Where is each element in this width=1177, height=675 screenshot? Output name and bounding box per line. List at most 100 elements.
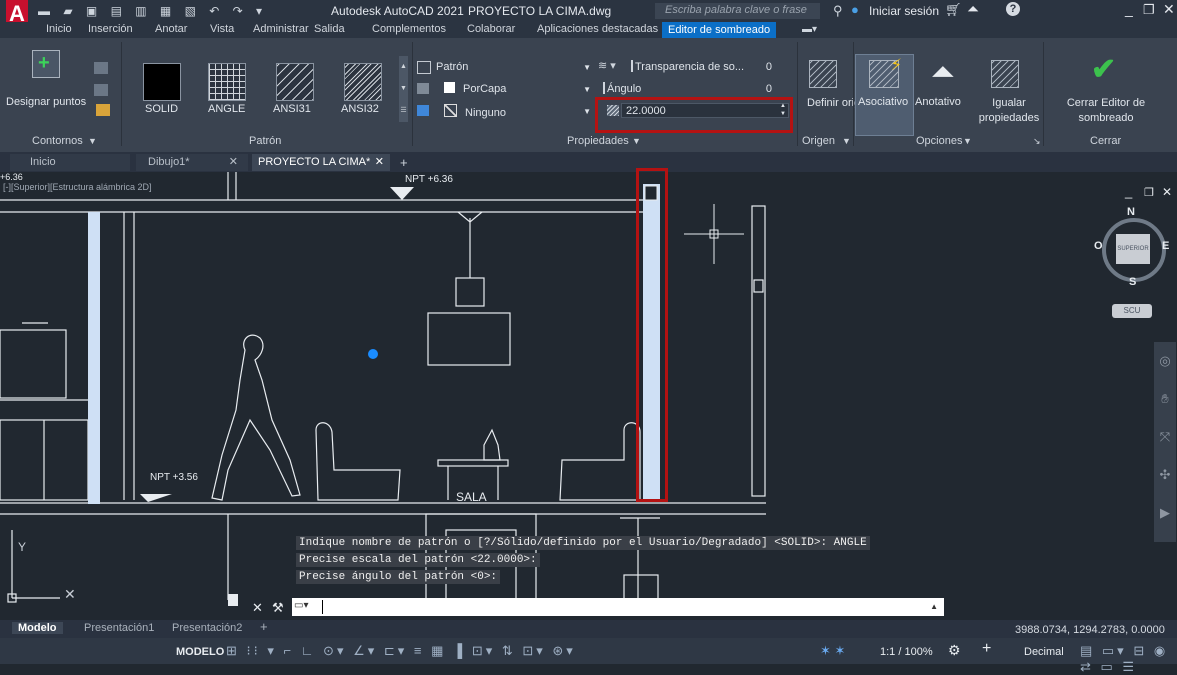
close-icon[interactable]: ✕ <box>1163 1 1175 18</box>
model-space-button[interactable]: MODELO <box>176 646 224 658</box>
new-tab-icon[interactable]: + <box>400 154 408 171</box>
cerrar-editor-label[interactable]: Cerrar Editor de sombreado <box>1050 96 1162 126</box>
annotation-icons[interactable]: ✶ ✶ <box>820 643 845 659</box>
close-tab-icon[interactable]: ✕ <box>375 154 384 171</box>
annotation-scale[interactable]: 1:1 / 100% <box>880 646 933 658</box>
asociativo-label: Asociativo <box>858 96 909 108</box>
cart-icon[interactable]: 🛒︎ <box>945 2 962 18</box>
contornos-panel-label[interactable]: Contornos <box>32 135 83 147</box>
compass-w: O <box>1094 240 1103 252</box>
igualar-propiedades-label[interactable]: Igualar propiedades <box>974 96 1044 126</box>
command-bar-handle[interactable] <box>228 594 238 606</box>
ribbon-tab-inicio[interactable]: Inicio <box>46 23 72 35</box>
status-right-icons[interactable]: ▤ ▭▾ ⊟ ◉ ⇄ ▭ ☰ <box>1080 643 1177 675</box>
hatch-color-select[interactable]: PorCapa ▼ <box>431 81 594 96</box>
ribbon-minimize-icon[interactable]: ▬▾ <box>802 24 817 35</box>
pattern-solid-swatch[interactable] <box>143 63 181 101</box>
panel-divider <box>121 42 122 146</box>
doc-tab-dibujo1[interactable]: Dibujo1* ✕ <box>136 154 248 171</box>
chevron-down-icon[interactable]: ▼ <box>88 136 97 146</box>
select-objects-icon[interactable] <box>94 62 108 74</box>
search-field[interactable]: Escriba palabra clave o frase <box>655 3 820 19</box>
minimize-icon[interactable]: _ <box>1125 1 1133 17</box>
y-axis-label: Y <box>18 540 27 554</box>
compass-n: N <box>1127 206 1135 218</box>
pattern-ansi32-swatch[interactable] <box>344 63 382 101</box>
checkmark-icon[interactable]: ✔ <box>1091 52 1116 87</box>
plus-icon[interactable]: + <box>982 640 991 658</box>
dialog-launcher-icon[interactable]: ↘ <box>1033 136 1041 147</box>
pattern-angle-swatch[interactable] <box>208 63 246 101</box>
ribbon-tab-insercion[interactable]: Inserción <box>88 23 133 35</box>
binoculars-icon[interactable]: ⚲ <box>833 3 843 19</box>
viewport-close-icon[interactable]: ✕ <box>1162 185 1172 199</box>
status-toggles[interactable]: ⊞ ⁝⁝ ▾ ⌐ ∟ ⊙▾ ∠▾ ⊏▾ ≡ ▦ ▐ ⊡▾ ⇅ ⊡▾ ⊛▾ <box>226 643 576 659</box>
quick-access-toolbar[interactable]: ▬ ▰ ▣ ▤ ▥ ▦ ▧ ↶ ↷ ▾ <box>38 4 267 18</box>
remove-boundaries-icon[interactable] <box>94 84 108 96</box>
pattern-solid-label: SOLID <box>145 103 179 115</box>
associative-icon: ⚡︎ <box>869 57 902 88</box>
close-tab-icon[interactable]: ✕ <box>229 154 238 171</box>
designar-puntos-label[interactable]: Designar puntos <box>6 96 86 108</box>
opciones-panel-label[interactable]: Opciones <box>916 135 962 147</box>
background-color-select[interactable]: Ninguno ▼ <box>431 103 594 119</box>
ribbon-tab-colaborar[interactable]: Colaborar <box>467 23 515 35</box>
command-recent-icon[interactable]: ▭▾ <box>294 600 308 611</box>
layout-tab-presentacion2[interactable]: Presentación2 <box>172 622 242 634</box>
command-customize-icon[interactable]: ⚒ <box>272 600 284 616</box>
viewport-restore-icon[interactable]: ❐ <box>1144 186 1154 199</box>
ribbon-tab-bar: Inicio Inserción Anotar Vista Administra… <box>0 22 1177 38</box>
column-highlight-box <box>636 168 668 502</box>
npt-top-label: NPT +6.36 <box>405 174 453 185</box>
ribbon-tab-vista[interactable]: Vista <box>210 23 234 35</box>
ribbon-tab-salida[interactable]: Salida <box>314 23 345 35</box>
transparency-icon[interactable]: ≋ ▾ <box>598 59 616 72</box>
ribbon-tab-aplicaciones[interactable]: Aplicaciones destacadas <box>537 23 658 35</box>
ribbon-tab-editor-sombreado[interactable]: Editor de sombreado <box>662 22 777 38</box>
sign-in-link[interactable]: Iniciar sesión <box>869 4 939 18</box>
layout-tab-modelo[interactable]: Modelo <box>12 622 63 634</box>
navigation-bar[interactable]: ◎ ✋︎ ⤧ ✣ ▶ <box>1154 342 1176 542</box>
command-close-icon[interactable]: ✕ <box>252 600 263 616</box>
cerrar-panel-label: Cerrar <box>1090 135 1122 147</box>
viewport-controls-label[interactable]: [-][Superior][Estructura alámbrica 2D] <box>3 182 152 192</box>
restore-icon[interactable]: ❐ <box>1143 2 1155 18</box>
doc-tab-proyecto[interactable]: PROYECTO LA CIMA* ✕ <box>252 154 390 171</box>
viewcube-face[interactable]: SUPERIOR <box>1116 234 1150 264</box>
background-color-value: Ninguno <box>465 107 506 119</box>
hatch-type-select[interactable]: Patrón ▼ <box>431 59 594 74</box>
chevron-down-icon[interactable]: ▼ <box>842 136 851 146</box>
transparency-field[interactable]: Transparencia de so... 0 <box>626 59 789 74</box>
units-select[interactable]: Decimal <box>1024 646 1064 658</box>
pick-points-icon[interactable]: + <box>32 50 60 78</box>
help-icon[interactable]: ? <box>1006 2 1020 16</box>
anotativo-label[interactable]: Anotativo <box>915 96 961 108</box>
ribbon-tab-complementos[interactable]: Complementos <box>372 23 446 35</box>
command-history-line: Precise ángulo del patrón <0>: <box>296 570 501 584</box>
layout-tab-presentacion1[interactable]: Presentación1 <box>84 622 154 634</box>
origen-panel-label[interactable]: Origen <box>802 135 835 147</box>
ribbon-tab-anotar[interactable]: Anotar <box>155 23 187 35</box>
hatch-color-value: PorCapa <box>463 83 507 95</box>
chevron-down-icon[interactable]: ▼ <box>963 136 972 146</box>
viewport-minimize-icon[interactable]: _ <box>1125 184 1132 199</box>
recreate-boundary-icon[interactable] <box>96 104 110 116</box>
ribbon-tab-administrar[interactable]: Administrar <box>253 23 309 35</box>
angle-field[interactable]: Ángulo 0 <box>598 81 789 96</box>
propiedades-panel-label[interactable]: Propiedades <box>567 135 629 147</box>
autodesk-a360-icon[interactable]: ⏶ <box>967 1 979 18</box>
pattern-ansi31-swatch[interactable] <box>276 63 314 101</box>
set-origin-icon[interactable] <box>809 60 837 88</box>
command-expand-icon[interactable]: ▲ <box>930 602 938 611</box>
app-title: Autodesk AutoCAD 2021 <box>331 4 464 18</box>
gear-icon[interactable]: ⚙ <box>948 642 961 659</box>
doc-tab-inicio[interactable]: Inicio <box>10 154 130 171</box>
command-input[interactable]: ▭▾ ▲ <box>292 598 944 616</box>
add-layout-icon[interactable]: + <box>260 619 268 634</box>
pattern-gallery-scroll[interactable]: ▲ ▼ ☰ <box>399 56 408 122</box>
annotative-icon[interactable]: ⏶ <box>931 56 955 90</box>
coordinates-readout[interactable]: 3988.0734, 1294.2783, 0.0000 <box>1015 624 1165 636</box>
ucs-menu[interactable]: SCU <box>1112 304 1152 318</box>
chevron-down-icon[interactable]: ▼ <box>632 136 641 146</box>
match-properties-icon[interactable] <box>991 60 1019 88</box>
